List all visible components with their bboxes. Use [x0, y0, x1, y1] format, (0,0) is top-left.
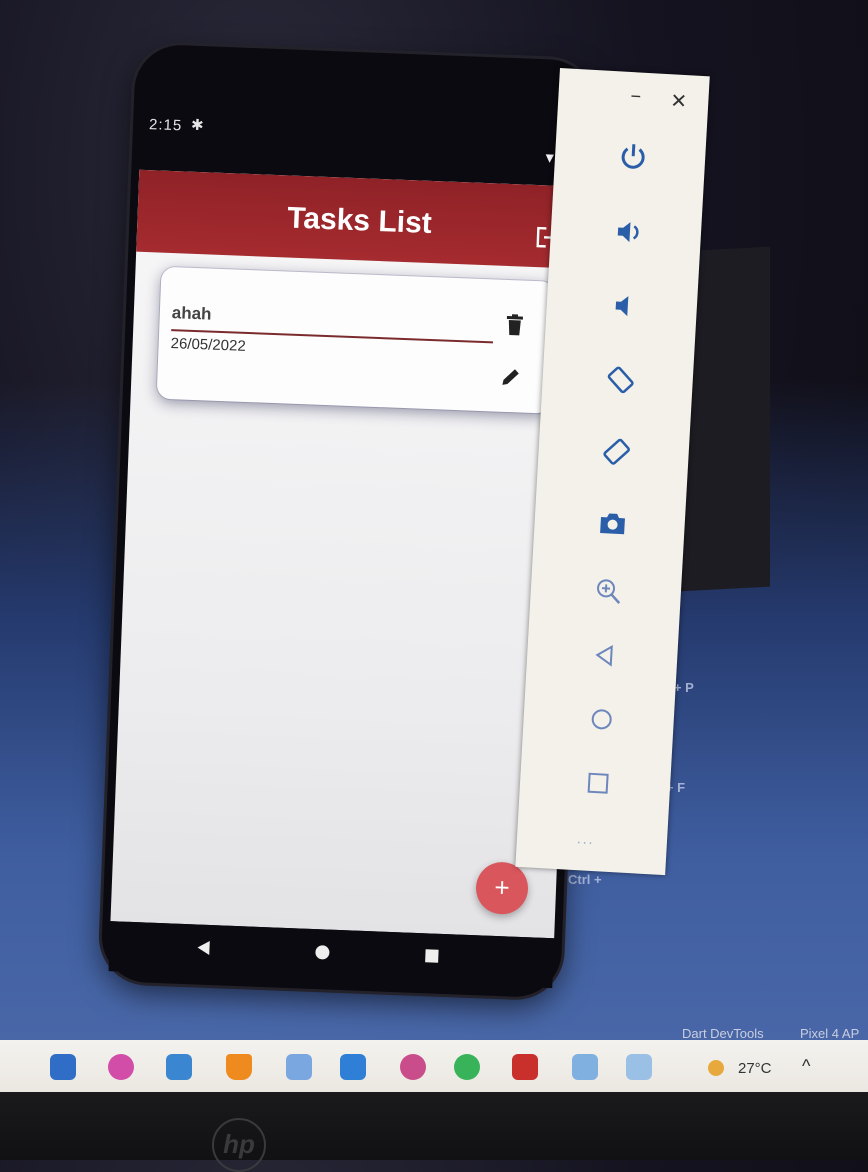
laptop-bezel	[0, 1092, 868, 1160]
hp-logo: hp	[212, 1118, 266, 1172]
volume-up-icon	[612, 215, 646, 249]
back-icon[interactable]	[197, 941, 210, 955]
shortcut-hint-3: Ctrl +	[568, 872, 602, 887]
pdf-app-icon[interactable]	[512, 1054, 538, 1080]
square-overview-icon	[581, 766, 615, 800]
calculator-app-icon[interactable]	[50, 1054, 76, 1080]
vlc-app-icon[interactable]	[226, 1054, 252, 1080]
window-title-devtools[interactable]: Dart DevTools	[682, 1026, 764, 1041]
home-button[interactable]	[581, 698, 623, 740]
rotate-left-button[interactable]	[600, 359, 642, 401]
minimize-button[interactable]: −	[630, 86, 642, 108]
edit-icon[interactable]	[499, 366, 522, 389]
zoom-icon	[592, 575, 626, 609]
rotate-right-icon	[600, 435, 634, 469]
app-screen: Tasks List ahah 26/05/2022 +	[110, 170, 583, 938]
temperature-text[interactable]: 27°C	[738, 1060, 772, 1077]
delete-icon[interactable]	[505, 314, 524, 337]
back-button[interactable]	[584, 634, 626, 676]
app-icon-light[interactable]	[626, 1054, 652, 1080]
settings-status-icon: ✱	[191, 116, 204, 134]
rotate-left-icon	[604, 363, 638, 397]
task-date: 26/05/2022	[170, 335, 246, 355]
task-title[interactable]: ahah	[171, 303, 211, 325]
app-bar: Tasks List	[136, 170, 583, 269]
volume-up-button[interactable]	[608, 211, 650, 253]
weather-icon	[708, 1060, 724, 1076]
volume-down-button[interactable]	[604, 285, 646, 327]
home-icon[interactable]	[315, 945, 330, 960]
app-icon-pink[interactable]	[400, 1054, 426, 1080]
taskbar: 27°C ^	[0, 1040, 868, 1092]
circle-home-icon	[585, 702, 619, 736]
power-icon	[616, 139, 650, 173]
zoom-button[interactable]	[588, 570, 630, 612]
more-options-button[interactable]: ...	[577, 830, 596, 847]
browser-app-icon[interactable]	[108, 1054, 134, 1080]
add-task-button[interactable]: +	[475, 861, 529, 915]
rotate-right-button[interactable]	[596, 431, 638, 473]
vscode-app-icon[interactable]	[340, 1054, 366, 1080]
page-title: Tasks List	[137, 196, 582, 247]
camera-icon	[596, 507, 630, 541]
whatsapp-app-icon[interactable]	[454, 1054, 480, 1080]
overview-button[interactable]	[577, 762, 619, 804]
power-button[interactable]	[612, 135, 654, 177]
recents-icon[interactable]	[425, 949, 438, 962]
triangle-back-icon	[588, 639, 622, 673]
status-time: 2:15	[149, 116, 183, 134]
task-card[interactable]: ahah 26/05/2022	[157, 267, 556, 414]
app-icon[interactable]	[286, 1054, 312, 1080]
mail-app-icon[interactable]	[166, 1054, 192, 1080]
volume-down-icon	[608, 289, 642, 323]
tray-chevron-icon[interactable]: ^	[802, 1056, 810, 1077]
app-icon-blue[interactable]	[572, 1054, 598, 1080]
screenshot-button[interactable]	[592, 503, 634, 545]
window-title-emulator[interactable]: Pixel 4 AP	[800, 1026, 859, 1041]
close-button[interactable]: ✕	[670, 88, 688, 114]
